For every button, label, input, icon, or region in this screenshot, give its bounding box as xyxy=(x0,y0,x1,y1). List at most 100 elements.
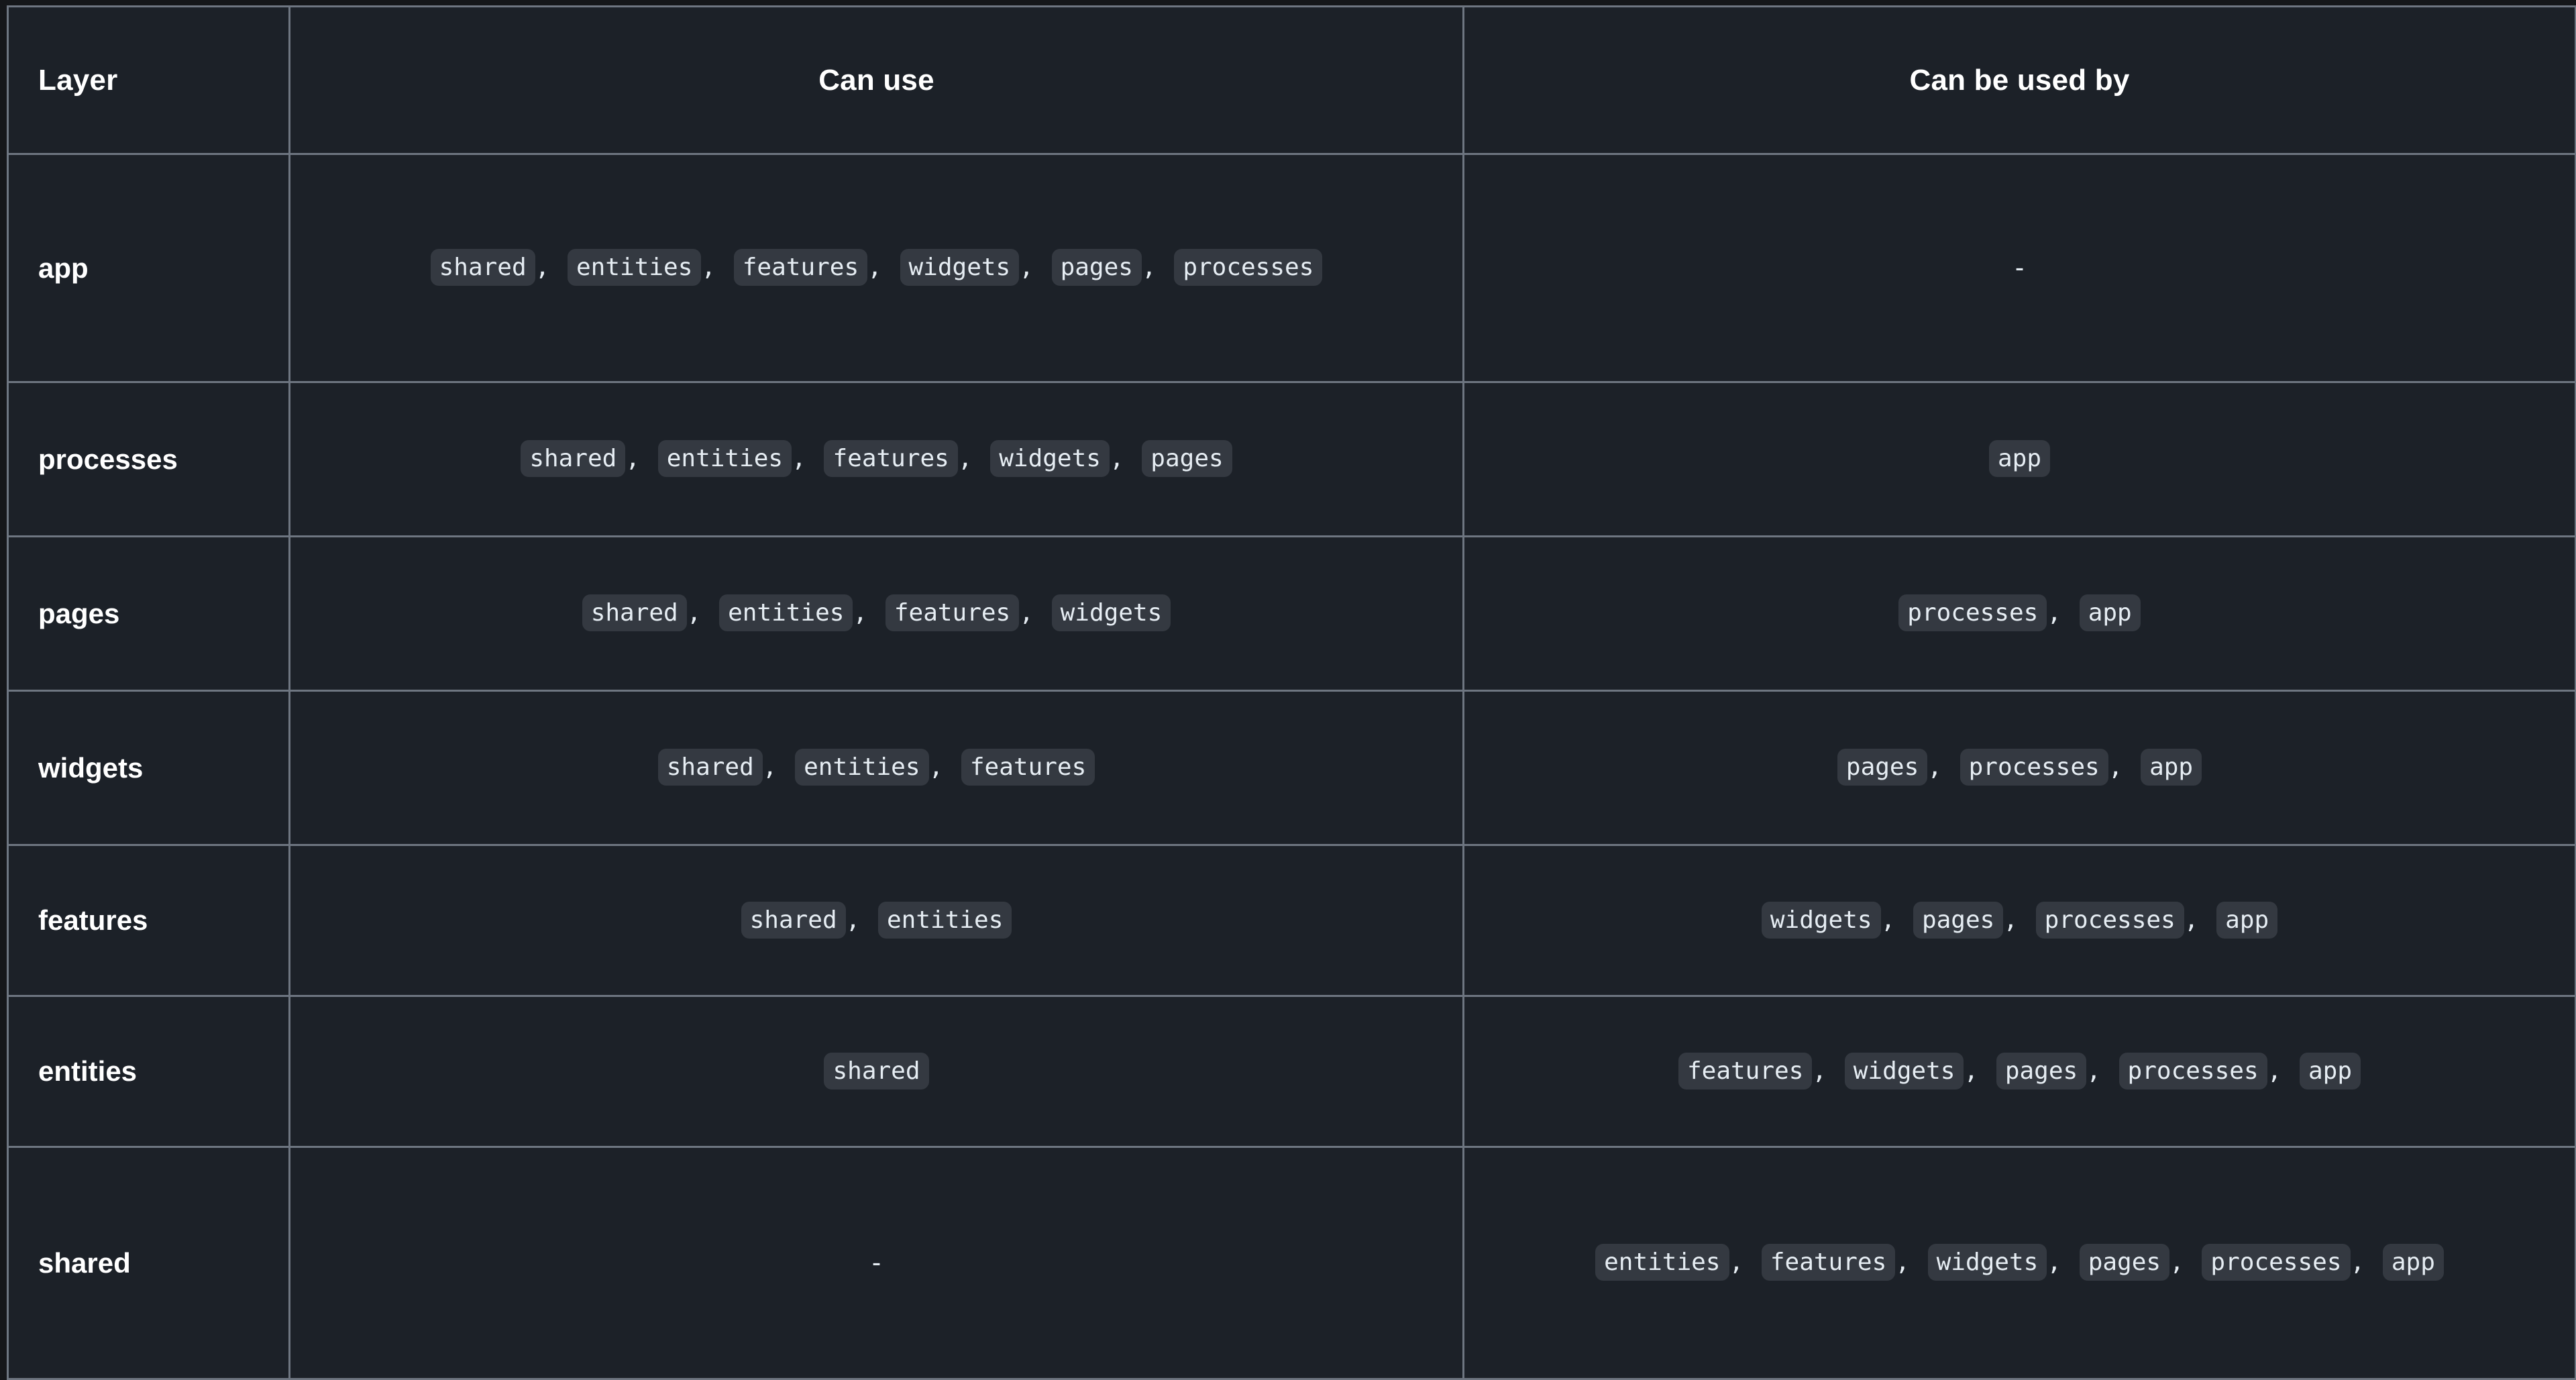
layer-name-cell-pages: pages xyxy=(7,535,290,692)
layer-chip-processes: processes xyxy=(1960,749,2108,786)
table-row: app shared, entities, features, widgets, … xyxy=(7,153,2576,383)
layer-chip-widgets: widgets xyxy=(1761,901,1881,939)
chip-separator: , xyxy=(957,445,987,473)
column-header-can-use: Can use xyxy=(288,5,1464,155)
layer-chip-entities: entities xyxy=(795,749,929,786)
layer-chip-processes: processes xyxy=(1174,249,1323,286)
chip-separator: , xyxy=(701,254,731,282)
layer-chip-shared: shared xyxy=(657,749,763,786)
layer-dependency-table: Layer Can use Can be used by app shared, … xyxy=(7,5,2576,1380)
layer-chip-features: features xyxy=(885,594,1020,632)
chip-separator: , xyxy=(867,254,897,282)
chip-separator: , xyxy=(1964,1057,1993,1085)
chip-separator: , xyxy=(792,445,821,473)
table-header: Layer Can use Can be used by xyxy=(7,5,2576,155)
layer-chip-app: app xyxy=(2216,901,2278,939)
table-body: app shared, entities, features, widgets, … xyxy=(7,153,2576,1380)
layer-chip-shared: shared xyxy=(521,440,626,478)
empty-marker: - xyxy=(2015,253,2025,283)
chip-separator: , xyxy=(2086,1057,2116,1085)
table-header-row: Layer Can use Can be used by xyxy=(7,5,2576,155)
can-use-cell-pages: shared, entities, features, widgets xyxy=(288,535,1464,692)
layer-chip-pages: pages xyxy=(1837,749,1928,786)
chip-separator: , xyxy=(1141,254,1171,282)
layer-chip-pages: pages xyxy=(1913,901,2004,939)
layer-chip-processes: processes xyxy=(2202,1244,2351,1281)
chip-separator: , xyxy=(1019,599,1049,627)
column-header-layer: Layer xyxy=(7,5,290,155)
layer-chip-features: features xyxy=(1678,1052,1813,1090)
chip-separator: , xyxy=(928,753,958,782)
layer-chip-entities: entities xyxy=(657,440,792,478)
layer-chip-app: app xyxy=(2299,1052,2361,1090)
layer-chip-app: app xyxy=(2141,749,2202,786)
layer-chip-widgets: widgets xyxy=(990,440,1110,478)
layer-chip-app: app xyxy=(2382,1244,2444,1281)
table-row: widgets shared, entities, features pages, … xyxy=(7,690,2576,846)
table-row: pages shared, entities, features, widgets… xyxy=(7,535,2576,692)
chip-separator: , xyxy=(1895,1249,1925,1277)
can-be-used-by-cell-entities: features, widgets, pages, processes, app xyxy=(1462,995,2576,1148)
layer-chip-entities: entities xyxy=(719,594,853,632)
layer-chip-pages: pages xyxy=(1051,249,1142,286)
can-be-used-by-cell-features: widgets, pages, processes, app xyxy=(1462,844,2576,997)
chip-separator: , xyxy=(2350,1249,2379,1277)
layer-chip-entities: entities xyxy=(878,901,1012,939)
table-row: entities shared features, widgets, pages, … xyxy=(7,995,2576,1148)
chip-separator: , xyxy=(1927,753,1957,782)
chip-separator: , xyxy=(2108,753,2138,782)
chip-separator: , xyxy=(1109,445,1139,473)
layer-chip-app: app xyxy=(1988,440,2051,478)
chip-separator: , xyxy=(686,599,716,627)
can-be-used-by-cell-app: - xyxy=(1462,153,2576,383)
layer-chip-shared: shared xyxy=(582,594,687,632)
layer-chip-features: features xyxy=(824,440,958,478)
table-row: processes shared, entities, features, wid… xyxy=(7,381,2576,537)
chip-separator: , xyxy=(1812,1057,1841,1085)
chip-separator: , xyxy=(1729,1249,1758,1277)
table-row: features shared, entities widgets, pages, … xyxy=(7,844,2576,997)
can-be-used-by-cell-shared: entities, features, widgets, pages, proc… xyxy=(1462,1146,2576,1380)
layer-chip-pages: pages xyxy=(2079,1244,2170,1281)
layer-chip-features: features xyxy=(733,249,868,286)
chip-separator: , xyxy=(2184,906,2214,934)
can-use-cell-widgets: shared, entities, features xyxy=(288,690,1464,846)
chip-separator: , xyxy=(845,906,875,934)
can-be-used-by-cell-widgets: pages, processes, app xyxy=(1462,690,2576,846)
chip-separator: , xyxy=(2047,1249,2076,1277)
layer-chip-processes: processes xyxy=(1898,594,2047,632)
chip-separator: , xyxy=(535,254,564,282)
can-be-used-by-cell-pages: processes, app xyxy=(1462,535,2576,692)
layer-name-cell-app: app xyxy=(7,153,290,383)
can-be-used-by-cell-processes: app xyxy=(1462,381,2576,537)
layer-chip-pages: pages xyxy=(1996,1052,2087,1090)
layer-chip-entities: entities xyxy=(1595,1244,1729,1281)
can-use-cell-entities: shared xyxy=(288,995,1464,1148)
layer-chip-shared: shared xyxy=(824,1052,929,1090)
page-root: Layer Can use Can be used by app shared, … xyxy=(0,0,2576,1380)
layer-name-cell-entities: entities xyxy=(7,995,290,1148)
layer-chip-widgets: widgets xyxy=(900,249,1020,286)
can-use-cell-app: shared, entities, features, widgets, pag… xyxy=(288,153,1464,383)
layer-name-cell-processes: processes xyxy=(7,381,290,537)
layer-chip-entities: entities xyxy=(568,249,702,286)
chip-separator: , xyxy=(2267,1057,2296,1085)
column-header-can-be-used-by: Can be used by xyxy=(1462,5,2576,155)
chip-separator: , xyxy=(1019,254,1049,282)
can-use-cell-features: shared, entities xyxy=(288,844,1464,997)
table-row: shared - entities, features, widgets, page… xyxy=(7,1146,2576,1380)
layer-chip-widgets: widgets xyxy=(1927,1244,2047,1281)
can-use-cell-shared: - xyxy=(288,1146,1464,1380)
can-use-cell-processes: shared, entities, features, widgets, pag… xyxy=(288,381,1464,537)
layer-chip-shared: shared xyxy=(430,249,535,286)
layer-chip-processes: processes xyxy=(2118,1052,2267,1090)
layer-name-cell-shared: shared xyxy=(7,1146,290,1380)
chip-separator: , xyxy=(762,753,792,782)
chip-separator: , xyxy=(1880,906,1910,934)
layer-chip-app: app xyxy=(2079,594,2141,632)
layer-chip-widgets: widgets xyxy=(1844,1052,1964,1090)
layer-chip-features: features xyxy=(961,749,1095,786)
layer-chip-widgets: widgets xyxy=(1051,594,1171,632)
chip-separator: , xyxy=(853,599,882,627)
layer-name-cell-features: features xyxy=(7,844,290,997)
